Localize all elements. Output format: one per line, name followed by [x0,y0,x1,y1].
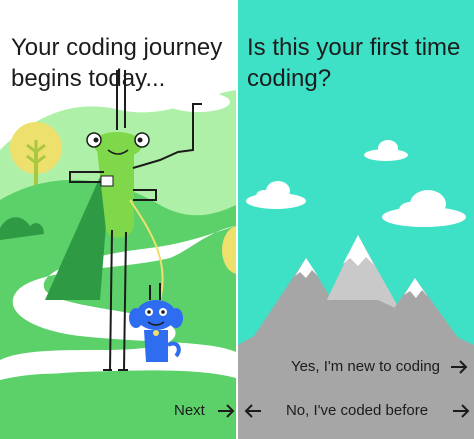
arrow-right-icon [217,403,235,418]
onboarding-screens: Your coding journey begins today... Next [0,0,474,439]
cloud-icon [364,140,408,161]
next-button[interactable]: Next [174,402,235,419]
experience-question: Is this your first time coding? [247,34,461,92]
new-to-coding-label: Yes, I'm new to coding [290,358,440,375]
cloud-icon [246,181,306,209]
next-label: Next [174,402,205,419]
welcome-title: Your coding journey begins today... [11,34,223,92]
welcome-screen: Your coding journey begins today... Next [0,0,236,439]
cloud-icon [382,190,466,227]
arrow-right-icon [450,359,468,374]
coded-before-button[interactable]: No, I've coded before [244,402,470,419]
coded-before-label: No, I've coded before [285,402,429,419]
new-to-coding-button[interactable]: Yes, I'm new to coding [291,358,468,375]
arrow-right-icon [452,403,470,418]
experience-screen: Is this your first time coding? Yes, I'm… [238,0,474,439]
arrow-left-icon [244,403,262,418]
